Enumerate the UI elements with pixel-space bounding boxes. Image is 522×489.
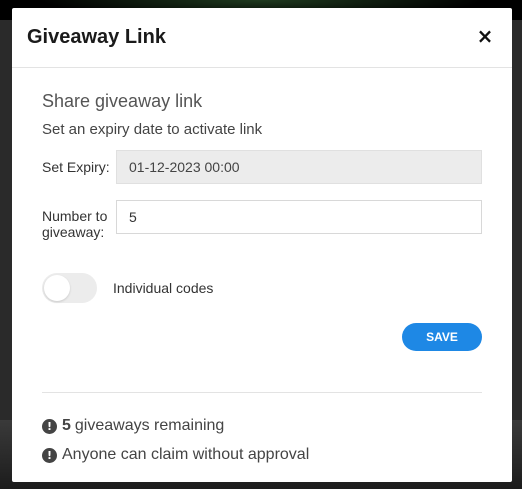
toggle-knob — [44, 275, 70, 301]
share-heading: Share giveaway link — [42, 91, 203, 111]
exclamation-circle-icon: ! — [42, 418, 57, 434]
giveaways-remaining-info: ! 5 giveaways remaining — [42, 417, 224, 435]
remaining-count: 5 — [62, 417, 71, 434]
approval-text: Anyone can claim without approval — [62, 446, 310, 463]
individual-codes-toggle[interactable] — [42, 273, 97, 303]
number-to-giveaway-input[interactable] — [116, 200, 482, 234]
divider — [42, 392, 482, 393]
close-icon[interactable]: × — [474, 24, 496, 48]
share-subheading: Set an expiry date to activate link — [42, 121, 263, 138]
expiry-label: Set Expiry: — [42, 159, 110, 175]
giveaway-link-modal: Giveaway Link × Share giveaway link Set … — [12, 8, 512, 482]
exclamation-circle-icon: ! — [42, 447, 57, 463]
number-label: Number to giveaway: — [42, 208, 108, 240]
expiry-input[interactable] — [116, 150, 482, 184]
modal-title: Giveaway Link — [27, 26, 166, 48]
individual-codes-label: Individual codes — [113, 280, 214, 296]
save-button[interactable]: SAVE — [402, 323, 482, 351]
approval-info: ! Anyone can claim without approval — [42, 446, 309, 464]
modal-header: Giveaway Link × — [12, 8, 512, 68]
remaining-text: giveaways remaining — [74, 417, 225, 434]
